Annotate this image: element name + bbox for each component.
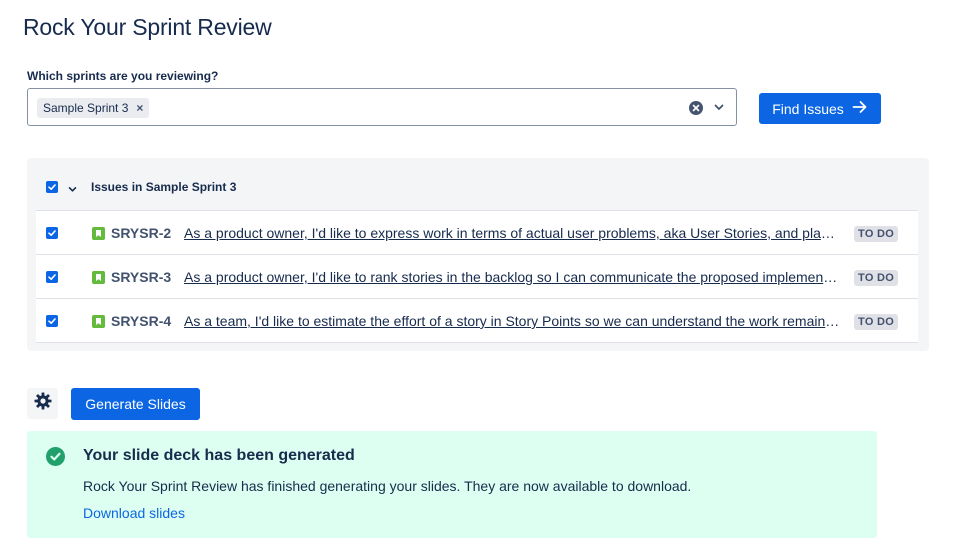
chip-remove-icon[interactable]: × bbox=[136, 101, 143, 115]
issue-key[interactable]: SRYSR-2 bbox=[111, 225, 171, 241]
generate-slides-button[interactable]: Generate Slides bbox=[71, 388, 200, 420]
sprint-select[interactable]: Sample Sprint 3 × bbox=[27, 88, 737, 126]
issue-checkbox[interactable] bbox=[46, 271, 58, 283]
issues-header-label: Issues in Sample Sprint 3 bbox=[91, 180, 237, 194]
sprint-chip: Sample Sprint 3 × bbox=[37, 98, 150, 118]
story-icon bbox=[92, 315, 105, 328]
story-icon bbox=[92, 271, 105, 284]
issue-checkbox[interactable] bbox=[46, 315, 58, 327]
success-message: Rock Your Sprint Review has finished gen… bbox=[83, 478, 692, 494]
sprint-chip-label: Sample Sprint 3 bbox=[43, 101, 129, 115]
status-badge: TO DO bbox=[854, 226, 899, 242]
success-title: Your slide deck has been generated bbox=[83, 447, 355, 464]
page-title: Rock Your Sprint Review bbox=[23, 14, 272, 40]
issue-summary-link[interactable]: As a team, I'd like to estimate the effo… bbox=[184, 313, 840, 329]
check-circle-icon bbox=[46, 447, 65, 466]
issue-summary-link[interactable]: As a product owner, I'd like to rank sto… bbox=[184, 269, 840, 285]
success-banner: Your slide deck has been generated Rock … bbox=[27, 431, 877, 538]
chevron-down-icon[interactable] bbox=[712, 100, 726, 114]
clear-circle-icon[interactable] bbox=[689, 101, 703, 115]
story-icon bbox=[92, 227, 105, 240]
issue-checkbox[interactable] bbox=[46, 227, 58, 239]
arrow-right-icon bbox=[852, 100, 868, 117]
status-badge: TO DO bbox=[854, 270, 899, 286]
select-all-checkbox[interactable] bbox=[46, 181, 58, 193]
issue-row[interactable]: SRYSR-4 As a team, I'd like to estimate … bbox=[36, 299, 918, 343]
download-slides-link[interactable]: Download slides bbox=[83, 505, 185, 521]
issue-summary-link[interactable]: As a product owner, I'd like to express … bbox=[184, 225, 840, 241]
issue-key[interactable]: SRYSR-4 bbox=[111, 313, 171, 329]
issues-list: SRYSR-2 As a product owner, I'd like to … bbox=[36, 210, 918, 343]
status-badge: TO DO bbox=[854, 314, 899, 330]
gear-icon bbox=[33, 391, 53, 416]
issue-row[interactable]: SRYSR-2 As a product owner, I'd like to … bbox=[36, 211, 918, 255]
collapse-chevron-icon[interactable] bbox=[67, 182, 78, 193]
issues-panel: Issues in Sample Sprint 3 SRYSR-2 As a p… bbox=[27, 158, 929, 351]
find-issues-button[interactable]: Find Issues bbox=[759, 93, 881, 124]
settings-button[interactable] bbox=[27, 388, 58, 419]
find-issues-label: Find Issues bbox=[772, 100, 844, 117]
issue-key[interactable]: SRYSR-3 bbox=[111, 269, 171, 285]
sprint-field-label: Which sprints are you reviewing? bbox=[27, 69, 219, 83]
issue-row[interactable]: SRYSR-3 As a product owner, I'd like to … bbox=[36, 255, 918, 299]
